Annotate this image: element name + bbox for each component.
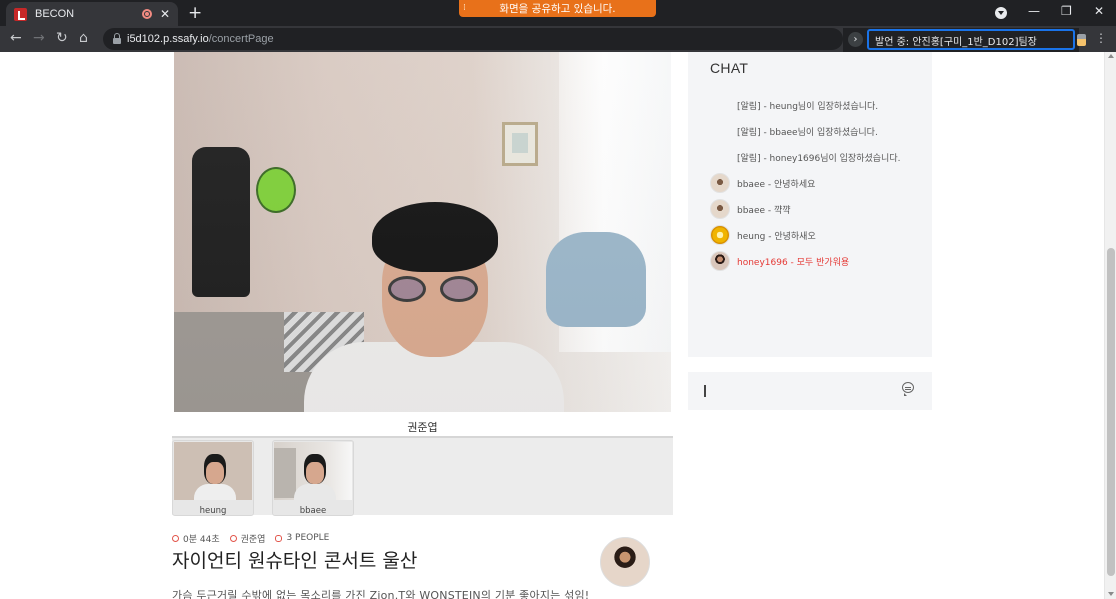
- chat-input[interactable]: [688, 372, 932, 410]
- participant-video: [174, 442, 252, 500]
- chevron-right-icon[interactable]: ›: [848, 32, 863, 47]
- screen-share-text: 화면을 공유하고 있습니다.: [499, 3, 616, 15]
- browser-tabstrip: BECON ✕ + ⁞ 화면을 공유하고 있습니다. — ❐ ✕: [0, 0, 1116, 26]
- chat-title: CHAT: [710, 60, 749, 76]
- people-count: 3 PEOPLE: [275, 533, 329, 543]
- url-path: /concertPage: [208, 33, 274, 45]
- scroll-up-icon[interactable]: [1108, 54, 1114, 58]
- screen-share-banner[interactable]: ⁞ 화면을 공유하고 있습니다.: [459, 0, 656, 17]
- lock-icon: [113, 33, 121, 44]
- address-bar[interactable]: i5d102.p.ssafy.io/concertPage: [103, 28, 843, 50]
- user-icon: [229, 534, 237, 542]
- chat-message: honey1696 - 모두 반가워용: [710, 250, 926, 272]
- chat-message: bbaee - 꺅꺅: [710, 198, 926, 220]
- avatar: [710, 173, 730, 193]
- chat-message-text: [알림] - heung님이 입장하셨습니다.: [737, 101, 879, 112]
- avatar: [710, 199, 730, 219]
- chat-message-text: honey1696 - 모두 반가워용: [737, 257, 850, 268]
- chat-message-text: heung - 안녕하새오: [737, 231, 816, 242]
- avatar: [710, 251, 730, 271]
- participant-thumb-bbaee[interactable]: bbaee: [272, 440, 354, 516]
- chat-message: [알림] - honey1696님이 입장하셨습니다.: [710, 146, 926, 168]
- host-avatar[interactable]: [600, 537, 650, 587]
- host-text: 권준엽: [240, 534, 266, 545]
- participant-video: [274, 442, 352, 500]
- tab-title: BECON: [35, 8, 75, 20]
- page-scrollbar[interactable]: [1104, 52, 1116, 599]
- speaker-label[interactable]: 발언 중: 안진홍[구미_1반_D102]팀장: [867, 29, 1075, 50]
- scroll-down-icon[interactable]: [1108, 592, 1114, 596]
- back-icon[interactable]: ←: [10, 30, 22, 46]
- main-video[interactable]: [174, 52, 671, 412]
- avatar: [710, 95, 730, 115]
- url-host: i5d102.p.ssafy.io: [127, 33, 209, 45]
- host-name: 권준엽: [229, 532, 266, 545]
- main-presenter-name: 권준엽: [407, 421, 438, 434]
- chat-message-text: [알림] - bbaee님이 입장하셨습니다.: [737, 127, 878, 138]
- concert-title: 자이언티 원슈타인 콘서트 울산: [172, 550, 418, 572]
- profile-menu-icon[interactable]: [995, 7, 1007, 19]
- recording-icon: [141, 9, 152, 19]
- speaker-indicator: › 발언 중: 안진홍[구미_1반_D102]팀장: [843, 28, 1079, 52]
- forward-icon[interactable]: →: [33, 30, 45, 46]
- participant-thumb-heung[interactable]: heung: [172, 440, 254, 516]
- restore-icon[interactable]: ❐: [1061, 4, 1072, 18]
- tab-close-icon[interactable]: ✕: [160, 7, 170, 21]
- video-overlay: [174, 52, 671, 412]
- chat-message: [알림] - bbaee님이 입장하셨습니다.: [710, 120, 926, 142]
- chat-message-text: bbaee - 꺅꺅: [737, 205, 791, 216]
- text-caret: [704, 385, 706, 397]
- extension-icon[interactable]: [1077, 34, 1086, 46]
- new-tab-button[interactable]: +: [188, 3, 202, 23]
- chat-message-text: [알림] - honey1696님이 입장하셨습니다.: [737, 153, 901, 164]
- chat-panel: CHAT [알림] - heung님이 입장하셨습니다. [알림] - bbae…: [688, 52, 932, 357]
- elapsed-time: 0분 44초: [172, 532, 220, 545]
- chat-message: [알림] - heung님이 입장하셨습니다.: [710, 94, 926, 116]
- menu-icon[interactable]: ⋮: [1095, 31, 1107, 45]
- window-close-icon[interactable]: ✕: [1094, 4, 1104, 18]
- chat-message: heung - 안녕하새오: [710, 224, 926, 246]
- avatar: [710, 121, 730, 141]
- avatar: [710, 147, 730, 167]
- chat-bubble-icon: [275, 534, 283, 542]
- avatar: [710, 225, 730, 245]
- send-message-icon[interactable]: [902, 382, 914, 396]
- chat-message: bbaee - 안녕하세요: [710, 172, 926, 194]
- home-icon[interactable]: ⌂: [79, 30, 88, 46]
- people-text: 3 PEOPLE: [286, 533, 330, 543]
- becon-favicon-icon: [14, 7, 27, 21]
- reload-icon[interactable]: ↻: [56, 30, 68, 46]
- concert-description: 가슴 두근거릴 수밖에 없는 목소리를 가진 Zion.T와 WONSTEIN의…: [172, 589, 590, 599]
- drag-handle-icon[interactable]: ⁞: [463, 3, 466, 13]
- concert-meta: 0분 44초 권준엽 3 PEOPLE: [172, 532, 339, 545]
- clock-icon: [172, 534, 179, 542]
- participant-name: bbaee: [299, 506, 327, 516]
- minimize-icon[interactable]: —: [1028, 4, 1040, 18]
- scroll-thumb[interactable]: [1107, 248, 1115, 576]
- browser-toolbar: ← → ↻ ⌂ i5d102.p.ssafy.io/concertPage › …: [0, 26, 1116, 52]
- participant-strip: heung bbaee: [172, 436, 673, 516]
- chat-message-text: bbaee - 안녕하세요: [737, 179, 816, 190]
- elapsed-text: 0분 44초: [183, 534, 220, 545]
- browser-tab[interactable]: BECON ✕: [6, 2, 178, 26]
- participant-name: heung: [199, 506, 227, 516]
